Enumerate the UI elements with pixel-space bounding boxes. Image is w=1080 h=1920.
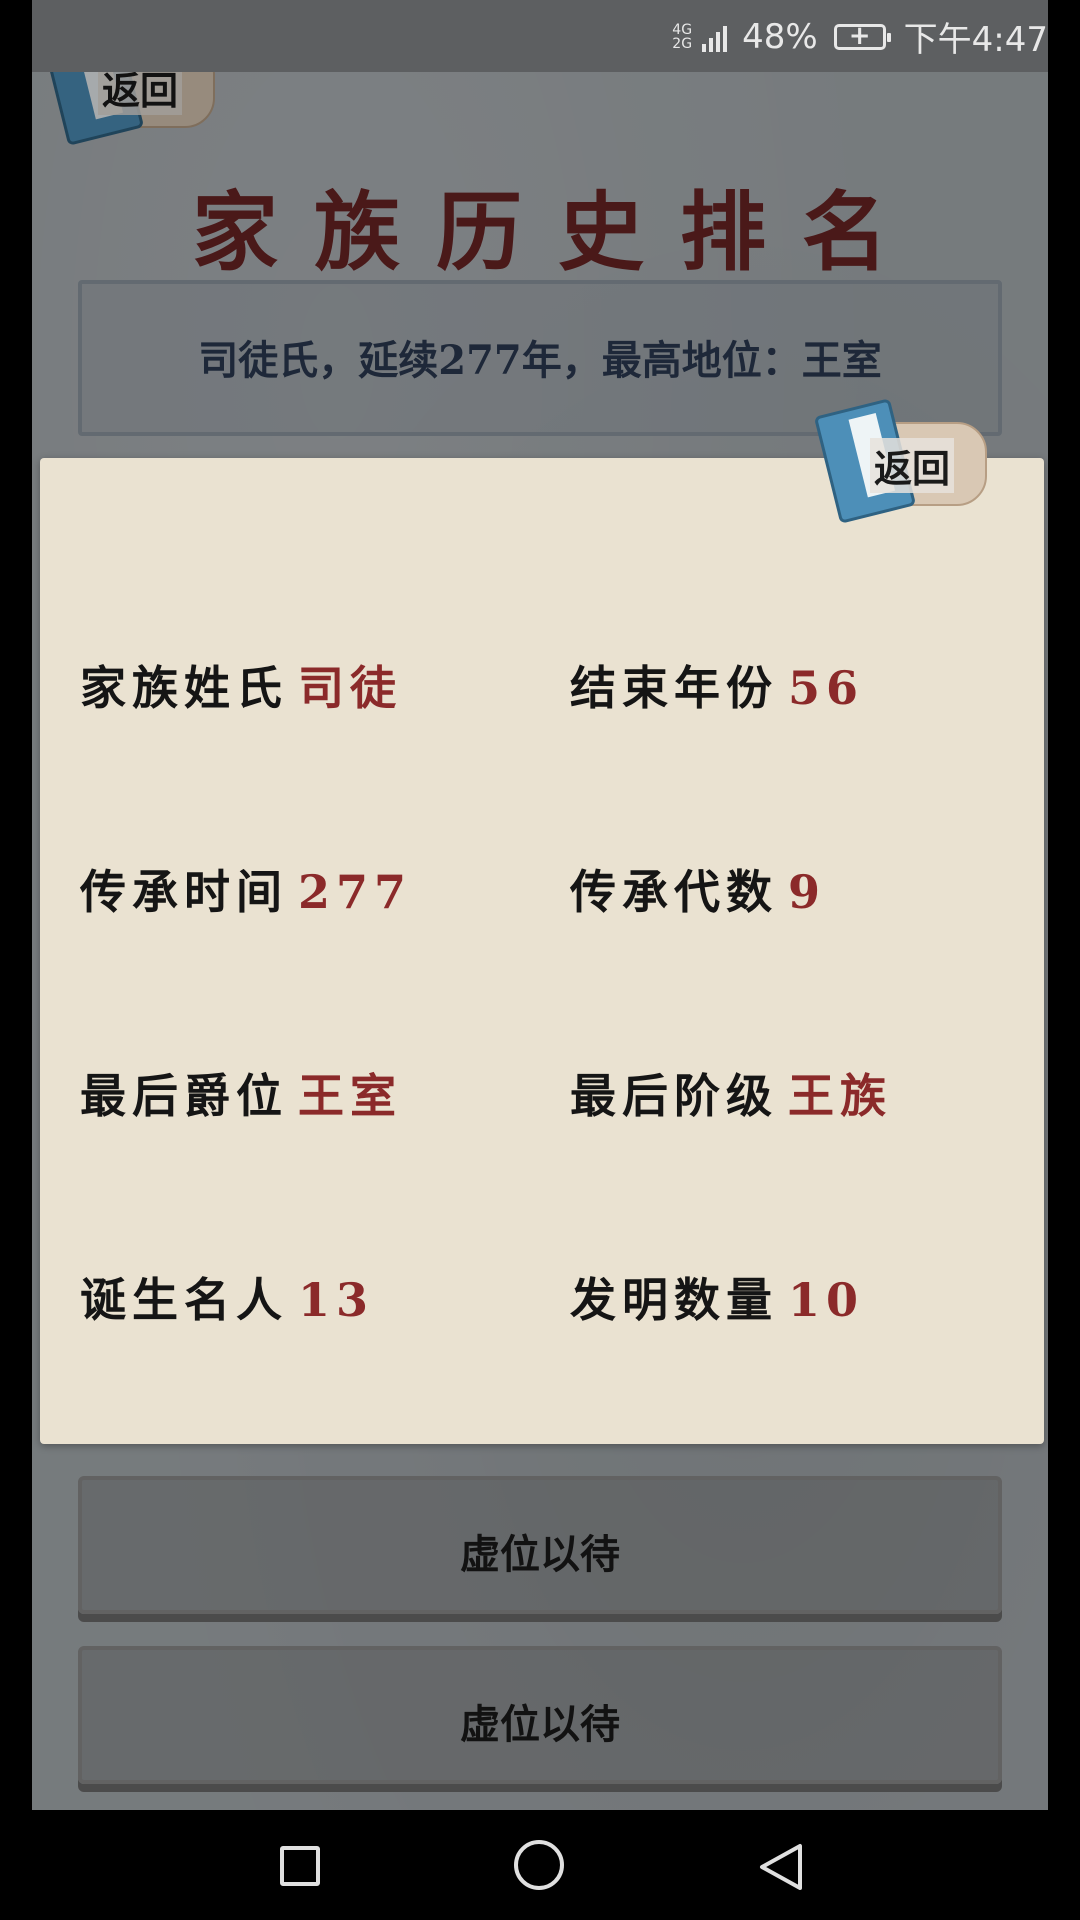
stat-family-surname: 家族姓氏 司徒 (80, 652, 402, 718)
stat-label: 发明数量 (570, 1273, 778, 1327)
stat-value: 56 (788, 661, 865, 715)
recent-apps-square-icon[interactable] (280, 1846, 320, 1886)
stat-value: 王室 (298, 1069, 402, 1123)
stat-inventions: 发明数量 10 (570, 1264, 864, 1330)
status-bar: 4G 2G 48% + 下午4:47 (32, 0, 1048, 72)
popup-back-button-label: 返回 (870, 438, 955, 493)
stat-value: 9 (788, 865, 827, 919)
stat-end-year: 结束年份 56 (570, 652, 864, 718)
home-circle-icon[interactable] (514, 1840, 564, 1890)
stat-label: 结束年份 (570, 661, 778, 715)
stat-last-class: 最后阶级 王族 (570, 1060, 892, 1126)
stat-label: 家族姓氏 (80, 661, 288, 715)
back-triangle-icon[interactable] (758, 1842, 804, 1892)
system-navigation-bar (0, 1810, 1080, 1920)
stat-value: 13 (298, 1273, 375, 1327)
network-indicator: 4G 2G (672, 23, 692, 51)
stat-value: 司徒 (298, 661, 402, 715)
stat-inheritance-time: 传承时间 277 (80, 856, 412, 922)
clock: 下午4:47 (903, 20, 1048, 60)
stat-value: 10 (788, 1273, 865, 1327)
stat-value: 王族 (788, 1069, 892, 1123)
stat-famous-people: 诞生名人 13 (80, 1264, 374, 1330)
stat-label: 传承时间 (80, 865, 288, 919)
stat-label: 最后爵位 (80, 1069, 288, 1123)
battery-percent: 48% (742, 16, 818, 57)
popup-back-button[interactable]: 返回 (813, 398, 990, 530)
signal-icon (702, 25, 728, 52)
stat-label: 最后阶级 (570, 1069, 778, 1123)
network-type-top: 4G (672, 21, 693, 38)
stat-last-title: 最后爵位 王室 (80, 1060, 402, 1126)
battery-icon: + (833, 21, 891, 51)
stat-value: 277 (298, 865, 413, 919)
stat-label: 诞生名人 (80, 1273, 288, 1327)
network-type-bottom: 2G (672, 35, 693, 52)
stat-generations: 传承代数 9 (570, 856, 826, 922)
stat-label: 传承代数 (570, 865, 778, 919)
family-detail-popup: 返回 家族姓氏 司徒 结束年份 56 传承时间 277 传承代数 9 最后爵位 王室 最后… (40, 398, 1044, 1444)
